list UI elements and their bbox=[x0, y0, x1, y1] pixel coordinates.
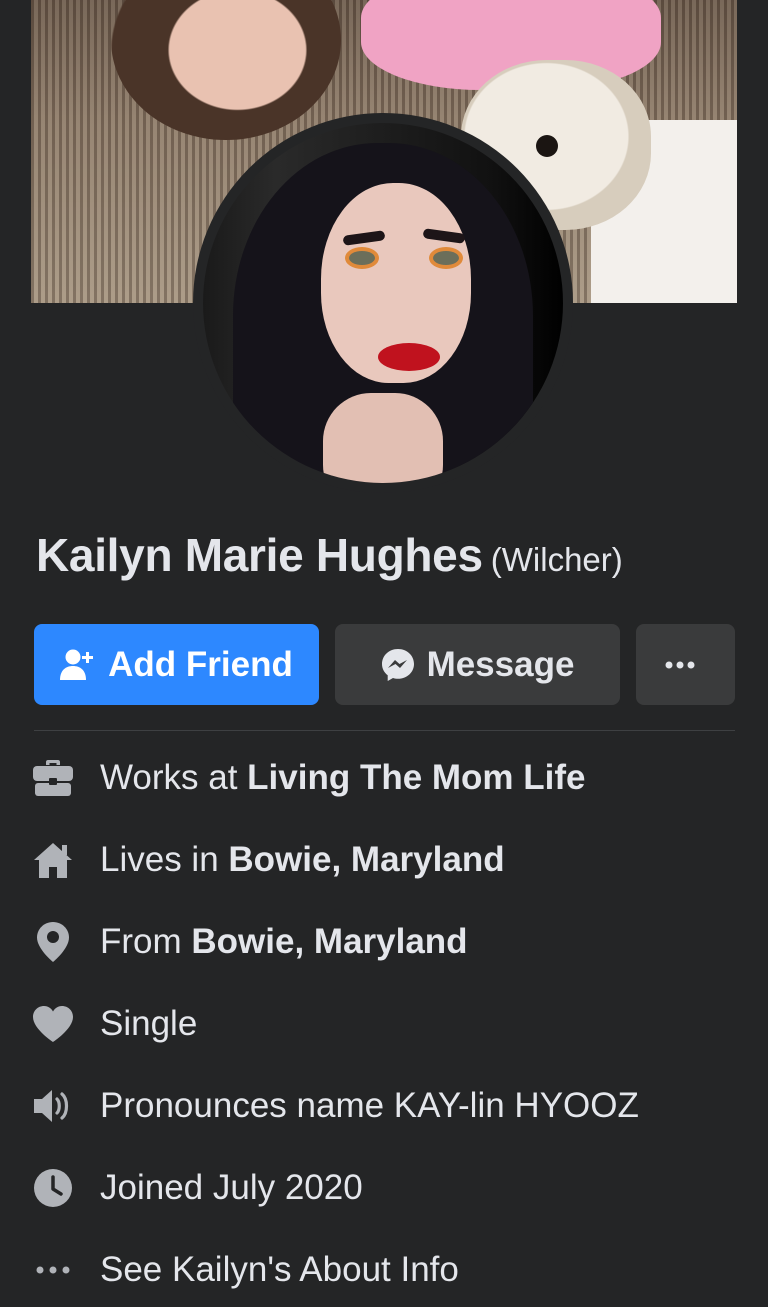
home-icon bbox=[30, 837, 76, 883]
info-work-text: Works at Living The Mom Life bbox=[100, 758, 586, 798]
info-work-link[interactable]: Living The Mom Life bbox=[247, 758, 585, 797]
ellipsis-icon bbox=[30, 1247, 76, 1293]
info-lives-text: Lives in Bowie, Maryland bbox=[100, 840, 505, 880]
profile-page: Kailyn Marie Hughes (Wilcher) Add Friend … bbox=[0, 0, 768, 1307]
person-plus-icon bbox=[60, 649, 94, 680]
cover-dog-eye bbox=[536, 135, 558, 157]
messenger-icon bbox=[381, 648, 414, 681]
profile-name-row: Kailyn Marie Hughes (Wilcher) bbox=[36, 528, 736, 582]
ellipsis-icon bbox=[665, 661, 694, 668]
info-from: From Bowie, Maryland bbox=[0, 912, 768, 972]
profile-name: Kailyn Marie Hughes bbox=[36, 529, 483, 581]
profile-alternate-name: (Wilcher) bbox=[490, 541, 623, 578]
info-from-prefix: From bbox=[100, 922, 192, 961]
see-about-info-text: See Kailyn's About Info bbox=[100, 1250, 459, 1289]
info-joined: Joined July 2020 bbox=[0, 1158, 768, 1218]
clock-icon bbox=[30, 1165, 76, 1211]
info-pronunciation-text: Pronounces name KAY-lin HYOOZ bbox=[100, 1086, 639, 1125]
avatar-eye-left bbox=[349, 251, 375, 265]
info-joined-text: Joined July 2020 bbox=[100, 1168, 363, 1207]
avatar-hand bbox=[323, 393, 443, 483]
more-options-button[interactable] bbox=[636, 624, 735, 705]
info-lives-prefix: Lives in bbox=[100, 840, 229, 879]
info-from-link[interactable]: Bowie, Maryland bbox=[191, 922, 467, 961]
avatar-eye-right bbox=[433, 251, 459, 265]
message-button[interactable]: Message bbox=[335, 624, 620, 705]
message-label: Message bbox=[426, 644, 575, 684]
info-work: Works at Living The Mom Life bbox=[0, 748, 768, 808]
info-lives: Lives in Bowie, Maryland bbox=[0, 830, 768, 890]
info-relationship: Single bbox=[0, 994, 768, 1054]
heart-icon bbox=[30, 1001, 76, 1047]
divider bbox=[34, 730, 735, 731]
avatar-lips bbox=[378, 343, 440, 371]
info-relationship-text: Single bbox=[100, 1004, 198, 1043]
info-from-text: From Bowie, Maryland bbox=[100, 922, 468, 962]
info-work-prefix: Works at bbox=[100, 758, 248, 797]
see-about-info-link[interactable]: See Kailyn's About Info bbox=[0, 1240, 768, 1300]
info-pronunciation: Pronounces name KAY-lin HYOOZ bbox=[0, 1076, 768, 1136]
briefcase-icon bbox=[30, 755, 76, 801]
avatar[interactable] bbox=[203, 123, 563, 483]
add-friend-button[interactable]: Add Friend bbox=[34, 624, 319, 705]
speaker-icon bbox=[30, 1083, 76, 1129]
add-friend-label: Add Friend bbox=[108, 644, 293, 684]
info-lives-link[interactable]: Bowie, Maryland bbox=[228, 840, 504, 879]
location-pin-icon bbox=[30, 919, 76, 965]
